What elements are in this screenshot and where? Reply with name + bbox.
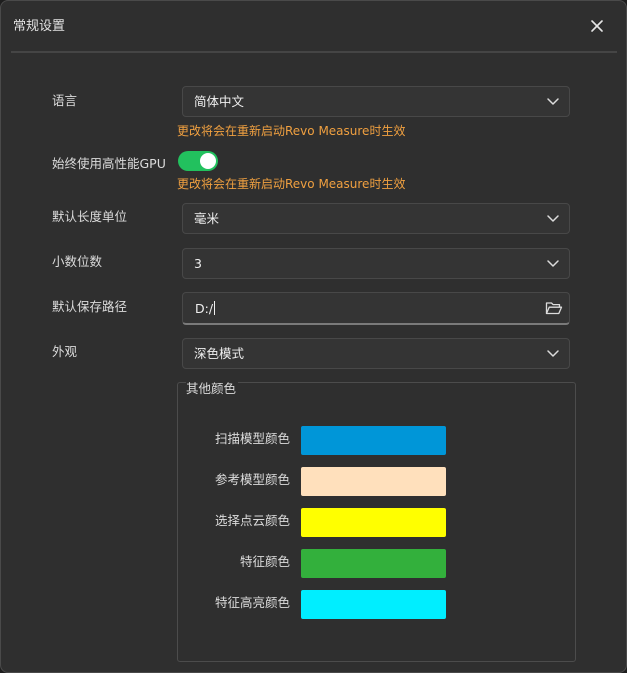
- selected-pointcloud-color-label: 选择点云颜色: [214, 513, 290, 528]
- folder-open-icon: [545, 302, 563, 315]
- feature-highlight-color-swatch[interactable]: [301, 590, 446, 619]
- chevron-down-icon: [547, 260, 559, 267]
- gpu-toggle[interactable]: [178, 151, 218, 171]
- chevron-down-icon: [547, 350, 559, 357]
- close-button[interactable]: [584, 13, 610, 39]
- length-unit-value: 毫米: [194, 211, 220, 226]
- appearance-label: 外观: [52, 344, 78, 359]
- save-path-value: D:/: [195, 301, 214, 316]
- chevron-down-icon: [547, 98, 559, 105]
- reference-model-color-label: 参考模型颜色: [214, 472, 290, 487]
- title-bar: 常规设置: [1, 1, 626, 53]
- language-restart-hint: 更改将会在重新启动Revo Measure时生效: [177, 124, 406, 138]
- feature-color-swatch[interactable]: [301, 549, 446, 578]
- scan-model-color-swatch[interactable]: [301, 426, 446, 455]
- other-colors-title: 其他颜色: [186, 381, 239, 397]
- language-select-value: 简体中文: [194, 94, 245, 109]
- decimals-value: 3: [194, 256, 202, 271]
- length-unit-label: 默认长度单位: [52, 209, 128, 224]
- selected-pointcloud-color-swatch[interactable]: [301, 508, 446, 537]
- scan-model-color-label: 扫描模型颜色: [214, 431, 290, 446]
- save-path-input[interactable]: D:/: [182, 292, 570, 325]
- general-settings-dialog: 常规设置 语言 简体中文 更改将会在重新启动Revo Measure时生效 始终…: [0, 0, 627, 673]
- reference-model-color-swatch[interactable]: [301, 467, 446, 496]
- toggle-knob: [200, 153, 216, 169]
- text-caret: [214, 301, 216, 315]
- close-icon: [591, 20, 603, 32]
- language-select[interactable]: 简体中文: [182, 86, 570, 117]
- appearance-select[interactable]: 深色模式: [182, 338, 570, 369]
- dialog-title: 常规设置: [13, 19, 66, 34]
- feature-color-label: 特征颜色: [239, 554, 290, 569]
- decimals-label: 小数位数: [52, 254, 103, 269]
- save-path-label: 默认保存路径: [52, 299, 128, 314]
- gpu-label: 始终使用高性能GPU: [52, 156, 166, 171]
- appearance-value: 深色模式: [194, 346, 245, 361]
- gpu-restart-hint: 更改将会在重新启动Revo Measure时生效: [177, 177, 406, 191]
- length-unit-select[interactable]: 毫米: [182, 203, 570, 234]
- save-path-value-wrap: D:/: [195, 300, 216, 318]
- title-divider: [11, 51, 617, 53]
- chevron-down-icon: [547, 215, 559, 222]
- decimals-select[interactable]: 3: [182, 248, 570, 279]
- feature-highlight-color-label: 特征高亮颜色: [214, 595, 290, 610]
- browse-folder-button[interactable]: [544, 299, 564, 317]
- language-label: 语言: [52, 93, 78, 108]
